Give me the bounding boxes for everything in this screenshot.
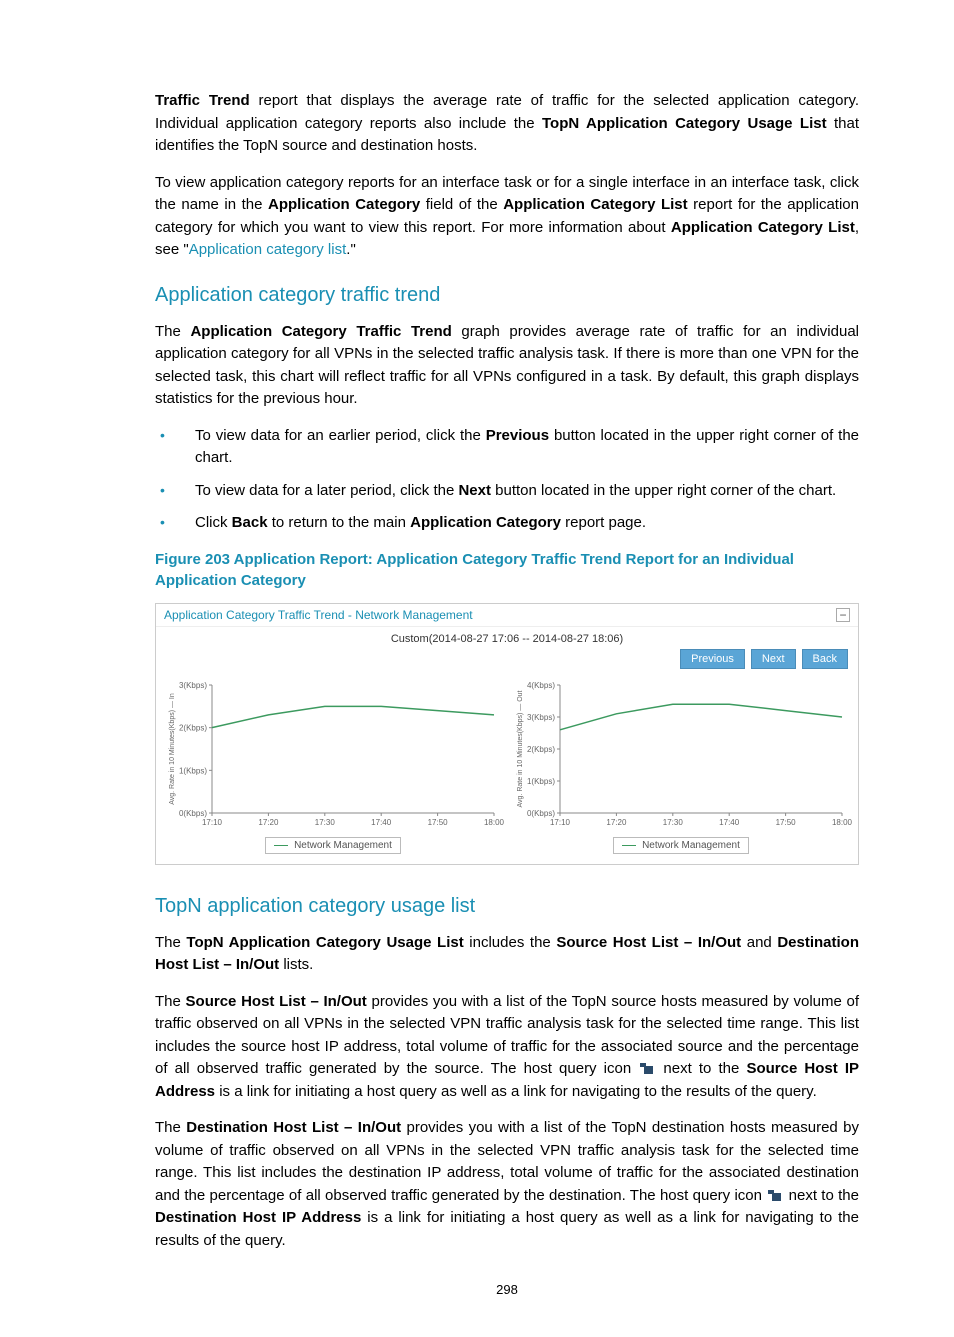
- chart-in: 0(Kbps) 1(Kbps) 2(Kbps) 3(Kbps) 17:10 17:20 17…: [162, 675, 504, 854]
- bullet-next: To view data for a later period, click t…: [155, 480, 859, 503]
- svg-text:17:50: 17:50: [428, 818, 449, 827]
- svg-text:0(Kbps): 0(Kbps): [527, 809, 555, 818]
- svg-text:2(Kbps): 2(Kbps): [179, 723, 207, 732]
- heading-topn-usage-list: TopN application category usage list: [155, 895, 859, 918]
- svg-text:17:20: 17:20: [606, 818, 627, 827]
- svg-text:17:30: 17:30: [315, 818, 336, 827]
- label-traffic-trend: Traffic Trend: [155, 92, 250, 109]
- paragraph-view-instructions: To view application category reports for…: [155, 172, 859, 262]
- link-app-category-list[interactable]: Application category list: [189, 241, 347, 258]
- svg-text:3(Kbps): 3(Kbps): [179, 681, 207, 690]
- bullets-chart-controls: To view data for an earlier period, clic…: [155, 425, 859, 535]
- host-query-icon[interactable]: [768, 1190, 782, 1202]
- chart-svg-out: 0(Kbps) 1(Kbps) 2(Kbps) 3(Kbps) 4(Kbps) 17:10…: [510, 675, 852, 835]
- paragraph-graph-description: The Application Category Traffic Trend g…: [155, 321, 859, 411]
- label-topn-usage-list: TopN Application Category Usage List: [542, 115, 827, 132]
- chart-svg-in: 0(Kbps) 1(Kbps) 2(Kbps) 3(Kbps) 17:10 17:20 17…: [162, 675, 504, 835]
- chart-panel-title: Application Category Traffic Trend - Net…: [164, 608, 473, 622]
- chart-panel-header: Application Category Traffic Trend - Net…: [156, 604, 858, 627]
- svg-text:18:00: 18:00: [484, 818, 504, 827]
- svg-text:4(Kbps): 4(Kbps): [527, 681, 555, 690]
- svg-text:0(Kbps): 0(Kbps): [179, 809, 207, 818]
- svg-text:17:30: 17:30: [663, 818, 684, 827]
- bullet-previous: To view data for an earlier period, clic…: [155, 425, 859, 470]
- back-button[interactable]: Back: [802, 649, 848, 669]
- paragraph-traffic-trend-intro: Traffic Trend report that displays the a…: [155, 90, 859, 158]
- paragraph-destination-host-list: The Destination Host List – In/Out provi…: [155, 1117, 859, 1252]
- svg-text:Avg. Rate in 10 Minutes(Kbps): Avg. Rate in 10 Minutes(Kbps) — In: [169, 693, 176, 805]
- host-query-icon[interactable]: [640, 1063, 654, 1075]
- svg-text:3(Kbps): 3(Kbps): [527, 713, 555, 722]
- chart-subtitle: Custom(2014-08-27 17:06 -- 2014-08-27 18…: [156, 627, 858, 649]
- svg-text:17:50: 17:50: [776, 818, 797, 827]
- paragraph-source-host-list: The Source Host List – In/Out provides y…: [155, 991, 859, 1104]
- svg-text:17:40: 17:40: [719, 818, 740, 827]
- svg-text:17:10: 17:10: [202, 818, 223, 827]
- page-number: 298: [155, 1282, 859, 1297]
- svg-text:17:40: 17:40: [371, 818, 392, 827]
- svg-text:18:00: 18:00: [832, 818, 852, 827]
- legend-out: Network Management: [613, 837, 749, 854]
- svg-text:Avg. Rate in 10 Minutes(Kbps): Avg. Rate in 10 Minutes(Kbps) — Out: [517, 690, 524, 807]
- legend-in: Network Management: [265, 837, 401, 854]
- previous-button[interactable]: Previous: [680, 649, 745, 669]
- next-button[interactable]: Next: [751, 649, 796, 669]
- collapse-icon[interactable]: −: [836, 608, 850, 622]
- svg-text:2(Kbps): 2(Kbps): [527, 745, 555, 754]
- svg-text:1(Kbps): 1(Kbps): [179, 766, 207, 775]
- heading-app-category-traffic-trend: Application category traffic trend: [155, 284, 859, 307]
- bullet-back: Click Back to return to the main Applica…: [155, 512, 859, 535]
- svg-text:17:10: 17:10: [550, 818, 571, 827]
- svg-text:1(Kbps): 1(Kbps): [527, 777, 555, 786]
- figure-caption: Figure 203 Application Report: Applicati…: [155, 549, 859, 591]
- svg-text:17:20: 17:20: [258, 818, 279, 827]
- chart-out: 0(Kbps) 1(Kbps) 2(Kbps) 3(Kbps) 4(Kbps) 17:10…: [510, 675, 852, 854]
- chart-panel: Application Category Traffic Trend - Net…: [155, 603, 859, 865]
- paragraph-topn-intro: The TopN Application Category Usage List…: [155, 932, 859, 977]
